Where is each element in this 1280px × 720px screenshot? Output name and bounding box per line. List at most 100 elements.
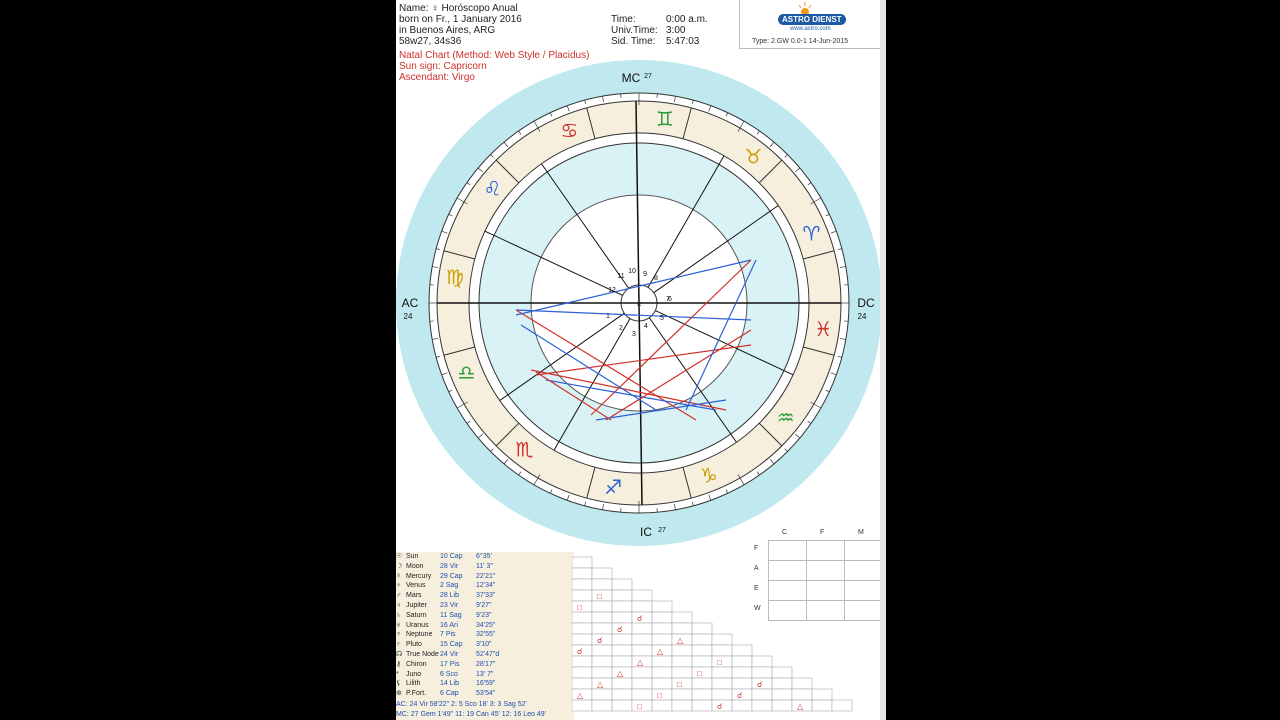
aspect-cell: [751, 666, 773, 679]
aspect-cell: [811, 699, 833, 712]
aspect-cell: [591, 688, 613, 701]
planet-name: Mars: [406, 592, 422, 600]
planet-glyph-icon: ♇: [396, 641, 402, 649]
zodiac-sign-icon: ♎: [458, 361, 476, 385]
scrollbar[interactable]: [880, 0, 886, 720]
aspect-glyph-icon: □: [597, 592, 602, 601]
zodiac-sign-icon: ♑: [700, 463, 718, 487]
aspect-glyph-icon: ☌: [577, 647, 582, 656]
planet-sign: 15 Cap: [440, 641, 463, 649]
planet-name: Chiron: [406, 660, 427, 668]
planet-glyph-icon: ⊕: [396, 690, 402, 698]
aspect-cell: [711, 644, 733, 657]
planet-sign: 29 Cap: [440, 572, 463, 580]
aspect-cell: [691, 622, 713, 635]
dc-label: DC: [857, 296, 875, 310]
aspect-cell: [572, 567, 593, 580]
aspect-cell: [811, 688, 833, 701]
element-mode-cell: [844, 600, 882, 621]
house-number: 12: [608, 287, 616, 294]
aspect-glyph-icon: ☌: [757, 680, 762, 689]
aspect-cell: [751, 688, 773, 701]
water-row-label: W: [754, 605, 761, 612]
aspect-glyph-icon: □: [637, 702, 642, 711]
planet-row: ♆ Neptune 7 Pis 32'55": [396, 630, 574, 640]
aspect-cell: [611, 655, 633, 668]
ac-label: AC: [402, 296, 419, 310]
logo-url: www.astro.com: [790, 26, 831, 32]
sid-time-label: Sid. Time:: [611, 36, 656, 47]
planet-glyph-icon: *: [396, 670, 399, 678]
mc-degree: 27: [644, 73, 652, 80]
planet-row: ♀ Venus 2 Sag 12'34": [396, 581, 574, 591]
planet-row: ♄ Saturn 11 Sag 9'23": [396, 611, 574, 621]
aspect-cell: [631, 677, 653, 690]
planet-positions-table: ☉ Sun 10 Cap 6°35' ☽ Moon 28 Vir 11' 3" ☿ Mercury…: [396, 552, 574, 720]
element-mode-cell: [844, 560, 882, 581]
ic-degree: 27: [658, 527, 666, 534]
planet-name: Sun: [406, 553, 419, 560]
aspect-glyph-icon: ☌: [597, 636, 602, 645]
house-number: 7: [666, 296, 670, 303]
aspect-cell: [611, 644, 633, 657]
zodiac-sign-icon: ♈: [802, 221, 820, 245]
aspect-cell: [691, 699, 713, 712]
planet-row: ☊ True Node 24 Vir 52'47"d: [396, 650, 574, 660]
element-mode-cell: [768, 600, 807, 621]
planet-sign: 14 Lib: [440, 680, 460, 688]
aspect-cell: [731, 677, 753, 690]
planet-glyph-icon: ♂: [396, 592, 402, 600]
aspect-cell: [711, 633, 733, 646]
element-mode-cell: [806, 580, 845, 601]
aspect-cell: [731, 655, 753, 668]
aspect-glyph-icon: △: [617, 669, 624, 678]
aspect-cell: [611, 578, 633, 591]
aspect-cell: [572, 556, 593, 569]
aspect-cell: [671, 699, 693, 712]
planet-sign: 2 Sag: [440, 582, 459, 590]
planet-name: Uranus: [406, 621, 429, 629]
aspect-cell: [691, 688, 713, 701]
house-number: 11: [617, 273, 624, 280]
aspect-cell: [611, 699, 633, 712]
aspect-cell: [591, 578, 613, 591]
planet-sign: 16 Ari: [440, 621, 458, 629]
planet-name: Neptune: [406, 631, 433, 639]
planet-sign: 6 Cap: [440, 690, 459, 698]
aspect-cell: [791, 688, 813, 701]
aspect-cell: [651, 633, 673, 646]
ac-degree: 24: [404, 312, 413, 321]
planet-sign: 28 Lib: [440, 592, 460, 600]
aspect-cell: [591, 611, 613, 624]
aspect-glyph-icon: □: [577, 603, 582, 612]
aspect-glyph-icon: □: [657, 691, 662, 700]
planet-degree: 34'25": [476, 621, 496, 629]
place-line: in Buenos Aires, ARG: [399, 25, 496, 36]
planet-row: ☉ Sun 10 Cap 6°35': [396, 552, 574, 562]
aspect-glyph-icon: △: [657, 647, 664, 656]
aspect-cell: [671, 688, 693, 701]
univ-time-label: Univ.Time:: [611, 25, 658, 36]
astrodienst-logo[interactable]: ASTRO DIENST www.astro.com Type: 2.GW 0.…: [739, 0, 882, 49]
aspect-cell: [831, 699, 853, 712]
sun-icon: [798, 2, 812, 14]
planet-glyph-icon: ☉: [396, 553, 403, 560]
natal-chart-wheel: ♋ ♊♉♈♓♒♑♐♏♎♍♌ MC 27IC 27AC24DC24×1234567891…: [396, 60, 882, 546]
sid-time-value: 5:47:03: [666, 36, 700, 47]
aspect-glyph-icon: △: [577, 691, 584, 700]
house-number: 4: [644, 323, 648, 330]
aspect-cell: [771, 666, 793, 679]
aspect-cell: [591, 600, 613, 613]
element-mode-cell: [768, 580, 807, 601]
planet-degree: 22'21": [476, 572, 496, 580]
aspect-cell: [651, 611, 673, 624]
earth-row-label: E: [754, 585, 759, 592]
aspect-cell: [611, 677, 633, 690]
zodiac-sign-icon: ♍: [446, 265, 464, 289]
aspect-cell: [572, 578, 593, 591]
planet-row: ♇ Pluto 15 Cap 3'10": [396, 640, 574, 650]
aspect-glyph-icon: △: [597, 680, 604, 689]
planet-degree: 13' 7": [476, 670, 494, 678]
time-label: Time:: [611, 14, 636, 25]
element-mode-cell: [844, 540, 882, 561]
